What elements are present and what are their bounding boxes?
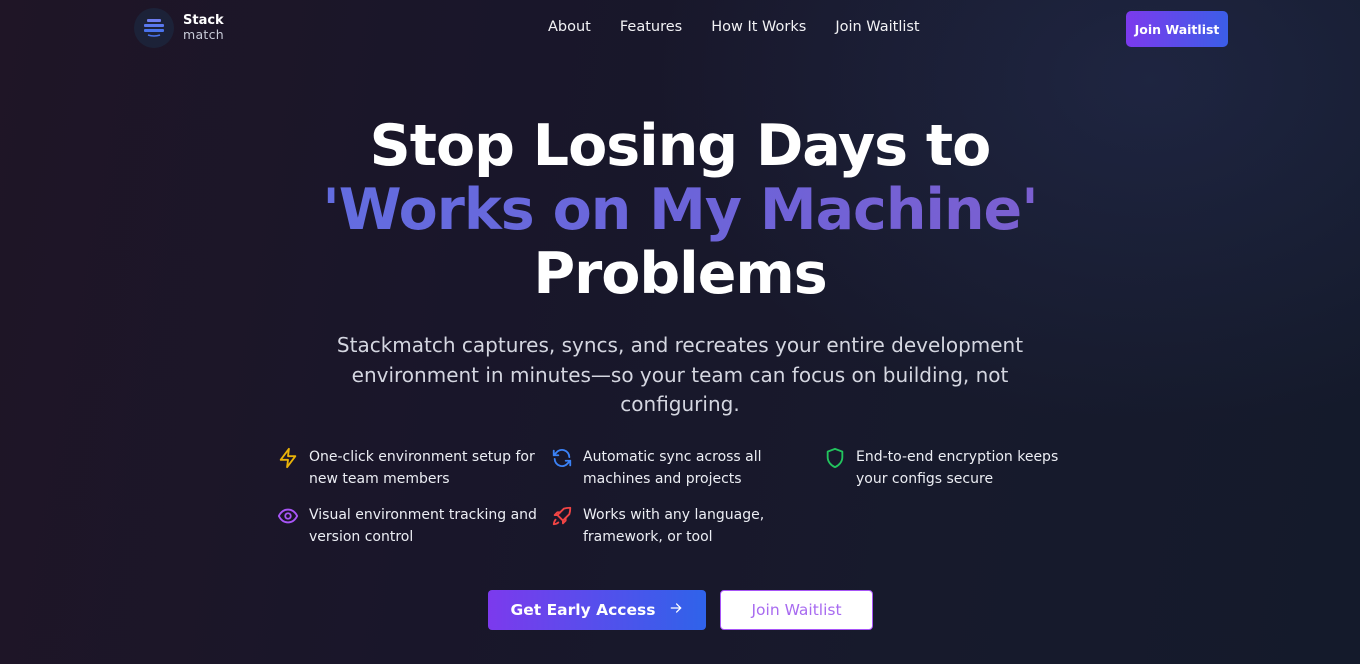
feature-text: Visual environment tracking and version … [309, 507, 537, 545]
top-navigation: Stack match About Features How It Works … [0, 0, 1360, 58]
feature-item-sync: Automatic sync across all machines and p… [551, 446, 791, 490]
nav-join-waitlist-button[interactable]: Join Waitlist [1126, 11, 1228, 47]
sync-icon [551, 447, 573, 469]
rocket-icon [551, 505, 573, 527]
nav-link-how-it-works[interactable]: How It Works [711, 19, 806, 35]
feature-item-compatibility: Works with any language, framework, or t… [551, 504, 791, 548]
nav-link-about[interactable]: About [548, 19, 591, 35]
feature-item-tracking: Visual environment tracking and version … [277, 504, 539, 548]
feature-text: Automatic sync across all machines and p… [583, 449, 762, 487]
arrow-right-icon [669, 601, 683, 619]
brand-name-line2: match [183, 27, 225, 42]
brand-name-line1: Stack [183, 13, 224, 28]
get-early-access-label: Get Early Access [510, 601, 656, 619]
hero-subtitle: Stackmatch captures, syncs, and recreate… [336, 333, 1024, 416]
hero-title-line3: Problems [533, 241, 827, 307]
get-early-access-button[interactable]: Get Early Access [488, 590, 706, 630]
hero-title: Stop Losing Days to 'Works on My Machine… [0, 114, 1360, 306]
eye-icon [277, 505, 299, 527]
feature-item-setup: One-click environment setup for new team… [277, 446, 539, 490]
nav-link-join-waitlist[interactable]: Join Waitlist [835, 19, 919, 35]
hero-title-line1: Stop Losing Days to [369, 113, 992, 179]
join-waitlist-button[interactable]: Join Waitlist [720, 590, 873, 630]
stack-logo-icon [134, 8, 174, 48]
feature-text: End-to-end encryption keeps your configs… [856, 449, 1059, 487]
feature-item-encryption: End-to-end encryption keeps your configs… [824, 446, 1074, 490]
feature-text: Works with any language, framework, or t… [583, 507, 765, 545]
hero-title-highlight: 'Works on My Machine' [0, 178, 1360, 242]
nav-links: About Features How It Works Join Waitlis… [548, 19, 920, 35]
lightning-icon [277, 447, 299, 469]
shield-icon [824, 447, 846, 469]
nav-link-features[interactable]: Features [620, 19, 682, 35]
feature-text: One-click environment setup for new team… [309, 449, 535, 487]
brand-logo[interactable]: Stack match [134, 8, 224, 48]
